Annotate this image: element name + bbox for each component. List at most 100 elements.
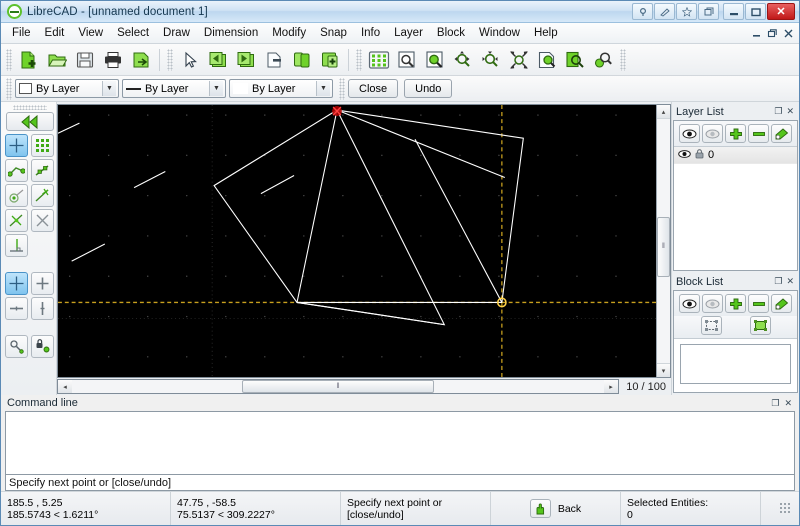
menu-snap[interactable]: Snap <box>313 24 354 42</box>
attributes-grip[interactable] <box>6 77 12 100</box>
cut-icon[interactable] <box>261 47 287 73</box>
menu-info[interactable]: Info <box>354 24 387 42</box>
block-list-float-icon[interactable]: ❐ <box>774 276 782 287</box>
scroll-right-arrow-icon[interactable]: ▸ <box>604 380 618 393</box>
undo-segment-button[interactable]: Undo <box>404 79 453 98</box>
edit-block-button[interactable] <box>771 294 792 313</box>
set-relative-zero-button[interactable] <box>4 335 28 358</box>
edit-toolbar-grip[interactable] <box>167 48 173 71</box>
scroll-down-arrow-icon[interactable]: ▾ <box>657 363 670 377</box>
zoom-pan-icon[interactable] <box>422 47 448 73</box>
close-polyline-button[interactable]: Close <box>348 79 399 98</box>
pen-color-combo[interactable]: By Layer ▼ <box>15 79 119 98</box>
pin-button[interactable] <box>632 3 653 20</box>
favorite-button[interactable] <box>676 3 697 20</box>
mdi-minimize-button[interactable] <box>749 26 763 40</box>
scroll-left-arrow-icon[interactable]: ◂ <box>58 380 72 393</box>
pen-linewidth-combo[interactable]: By Layer ▼ <box>229 79 333 98</box>
window-resize-grip[interactable] <box>779 501 791 514</box>
vscroll-thumb[interactable]: ‖ <box>657 216 670 277</box>
edit-layer-button[interactable] <box>771 124 792 143</box>
hand-back-icon[interactable] <box>529 499 551 518</box>
hide-all-layers-button[interactable] <box>702 124 723 143</box>
snap-grid-button[interactable] <box>30 134 54 157</box>
select-pointer-icon[interactable] <box>177 47 203 73</box>
cad-canvas[interactable] <box>57 104 656 378</box>
menu-help[interactable]: Help <box>527 24 565 42</box>
layer-list-close-icon[interactable]: ✕ <box>786 106 794 117</box>
restore-group-button[interactable] <box>698 3 719 20</box>
command-line-input[interactable]: Specify next point or [close/undo] <box>5 475 795 491</box>
zoom-in-icon[interactable] <box>450 47 476 73</box>
zoom-out-icon[interactable] <box>478 47 504 73</box>
restrict-orthogonal-button[interactable] <box>30 272 54 295</box>
block-list-close-icon[interactable]: ✕ <box>786 276 794 287</box>
restrict-nothing-button[interactable] <box>4 272 28 295</box>
snap-on-entity-button[interactable] <box>30 159 54 182</box>
restrict-horizontal-button[interactable] <box>4 297 28 320</box>
remove-layer-button[interactable] <box>748 124 769 143</box>
pen-linetype-combo[interactable]: By Layer ▼ <box>122 79 226 98</box>
layer-list-rows[interactable]: 0 <box>674 147 797 270</box>
paste-icon[interactable] <box>317 47 343 73</box>
mdi-close-button[interactable] <box>781 26 795 40</box>
menu-dimension[interactable]: Dimension <box>197 24 265 42</box>
hide-all-blocks-button[interactable] <box>702 294 723 313</box>
snap-distance-button[interactable] <box>4 209 28 232</box>
snap-intersection-button[interactable] <box>30 209 54 232</box>
toggle-grid-icon[interactable] <box>366 47 392 73</box>
add-layer-button[interactable] <box>725 124 746 143</box>
add-block-button[interactable] <box>725 294 746 313</box>
print-preview-icon[interactable] <box>128 47 154 73</box>
mdi-restore-button[interactable] <box>765 26 779 40</box>
command-line-close-icon[interactable]: ✕ <box>784 398 792 409</box>
insert-block-button[interactable] <box>700 316 722 335</box>
menu-edit[interactable]: Edit <box>38 24 72 42</box>
show-all-blocks-button[interactable] <box>679 294 700 313</box>
create-block-button[interactable] <box>749 316 771 335</box>
close-button[interactable]: ✕ <box>767 3 795 20</box>
menu-draw[interactable]: Draw <box>156 24 197 42</box>
command-line-float-icon[interactable]: ❐ <box>771 398 779 409</box>
restrict-vertical-button[interactable] <box>30 297 54 320</box>
copy-icon[interactable] <box>289 47 315 73</box>
block-list-rows[interactable] <box>680 344 791 384</box>
toolbar-grip[interactable] <box>6 48 12 71</box>
vscroll-track[interactable]: ‖ <box>657 119 670 363</box>
undo-icon[interactable] <box>205 47 231 73</box>
menu-file[interactable]: File <box>5 24 38 42</box>
zoom-previous-icon[interactable] <box>534 47 560 73</box>
zoom-toolbar-grip[interactable] <box>356 48 362 71</box>
snap-center-button[interactable] <box>4 184 28 207</box>
chevron-down-icon[interactable]: ▼ <box>316 81 330 96</box>
chevron-down-icon[interactable]: ▼ <box>209 81 223 96</box>
maximize-button[interactable] <box>745 3 766 20</box>
redo-icon[interactable] <box>233 47 259 73</box>
menu-block[interactable]: Block <box>430 24 472 42</box>
snap-toolbar-grip[interactable] <box>12 105 47 110</box>
menu-select[interactable]: Select <box>110 24 156 42</box>
canvas-vertical-scrollbar[interactable]: ▴ ‖ ▾ <box>656 104 671 378</box>
hscroll-track[interactable]: ‖ <box>72 380 604 393</box>
menu-modify[interactable]: Modify <box>265 24 313 42</box>
layer-list-item[interactable]: 0 <box>674 147 797 164</box>
save-file-icon[interactable] <box>72 47 98 73</box>
new-file-icon[interactable] <box>16 47 42 73</box>
zoom-window-icon[interactable] <box>394 47 420 73</box>
menu-view[interactable]: View <box>71 24 110 42</box>
zoom-auto-icon[interactable] <box>506 47 532 73</box>
snap-back-arrow-icon[interactable] <box>5 112 54 131</box>
tool-button[interactable] <box>654 3 675 20</box>
show-all-layers-button[interactable] <box>679 124 700 143</box>
zoom-toolbar-grip-end[interactable] <box>620 48 626 71</box>
lock-icon[interactable] <box>695 148 704 162</box>
zoom-selection-icon[interactable] <box>590 47 616 73</box>
remove-block-button[interactable] <box>748 294 769 313</box>
snap-endpoint-button[interactable] <box>4 159 28 182</box>
action-grip[interactable] <box>339 77 345 100</box>
hscroll-thumb[interactable]: ‖ <box>242 380 434 393</box>
snap-perpendicular-button[interactable] <box>4 234 28 257</box>
minimize-button[interactable] <box>723 3 744 20</box>
scroll-up-arrow-icon[interactable]: ▴ <box>657 105 670 119</box>
back-label[interactable]: Back <box>558 503 581 515</box>
